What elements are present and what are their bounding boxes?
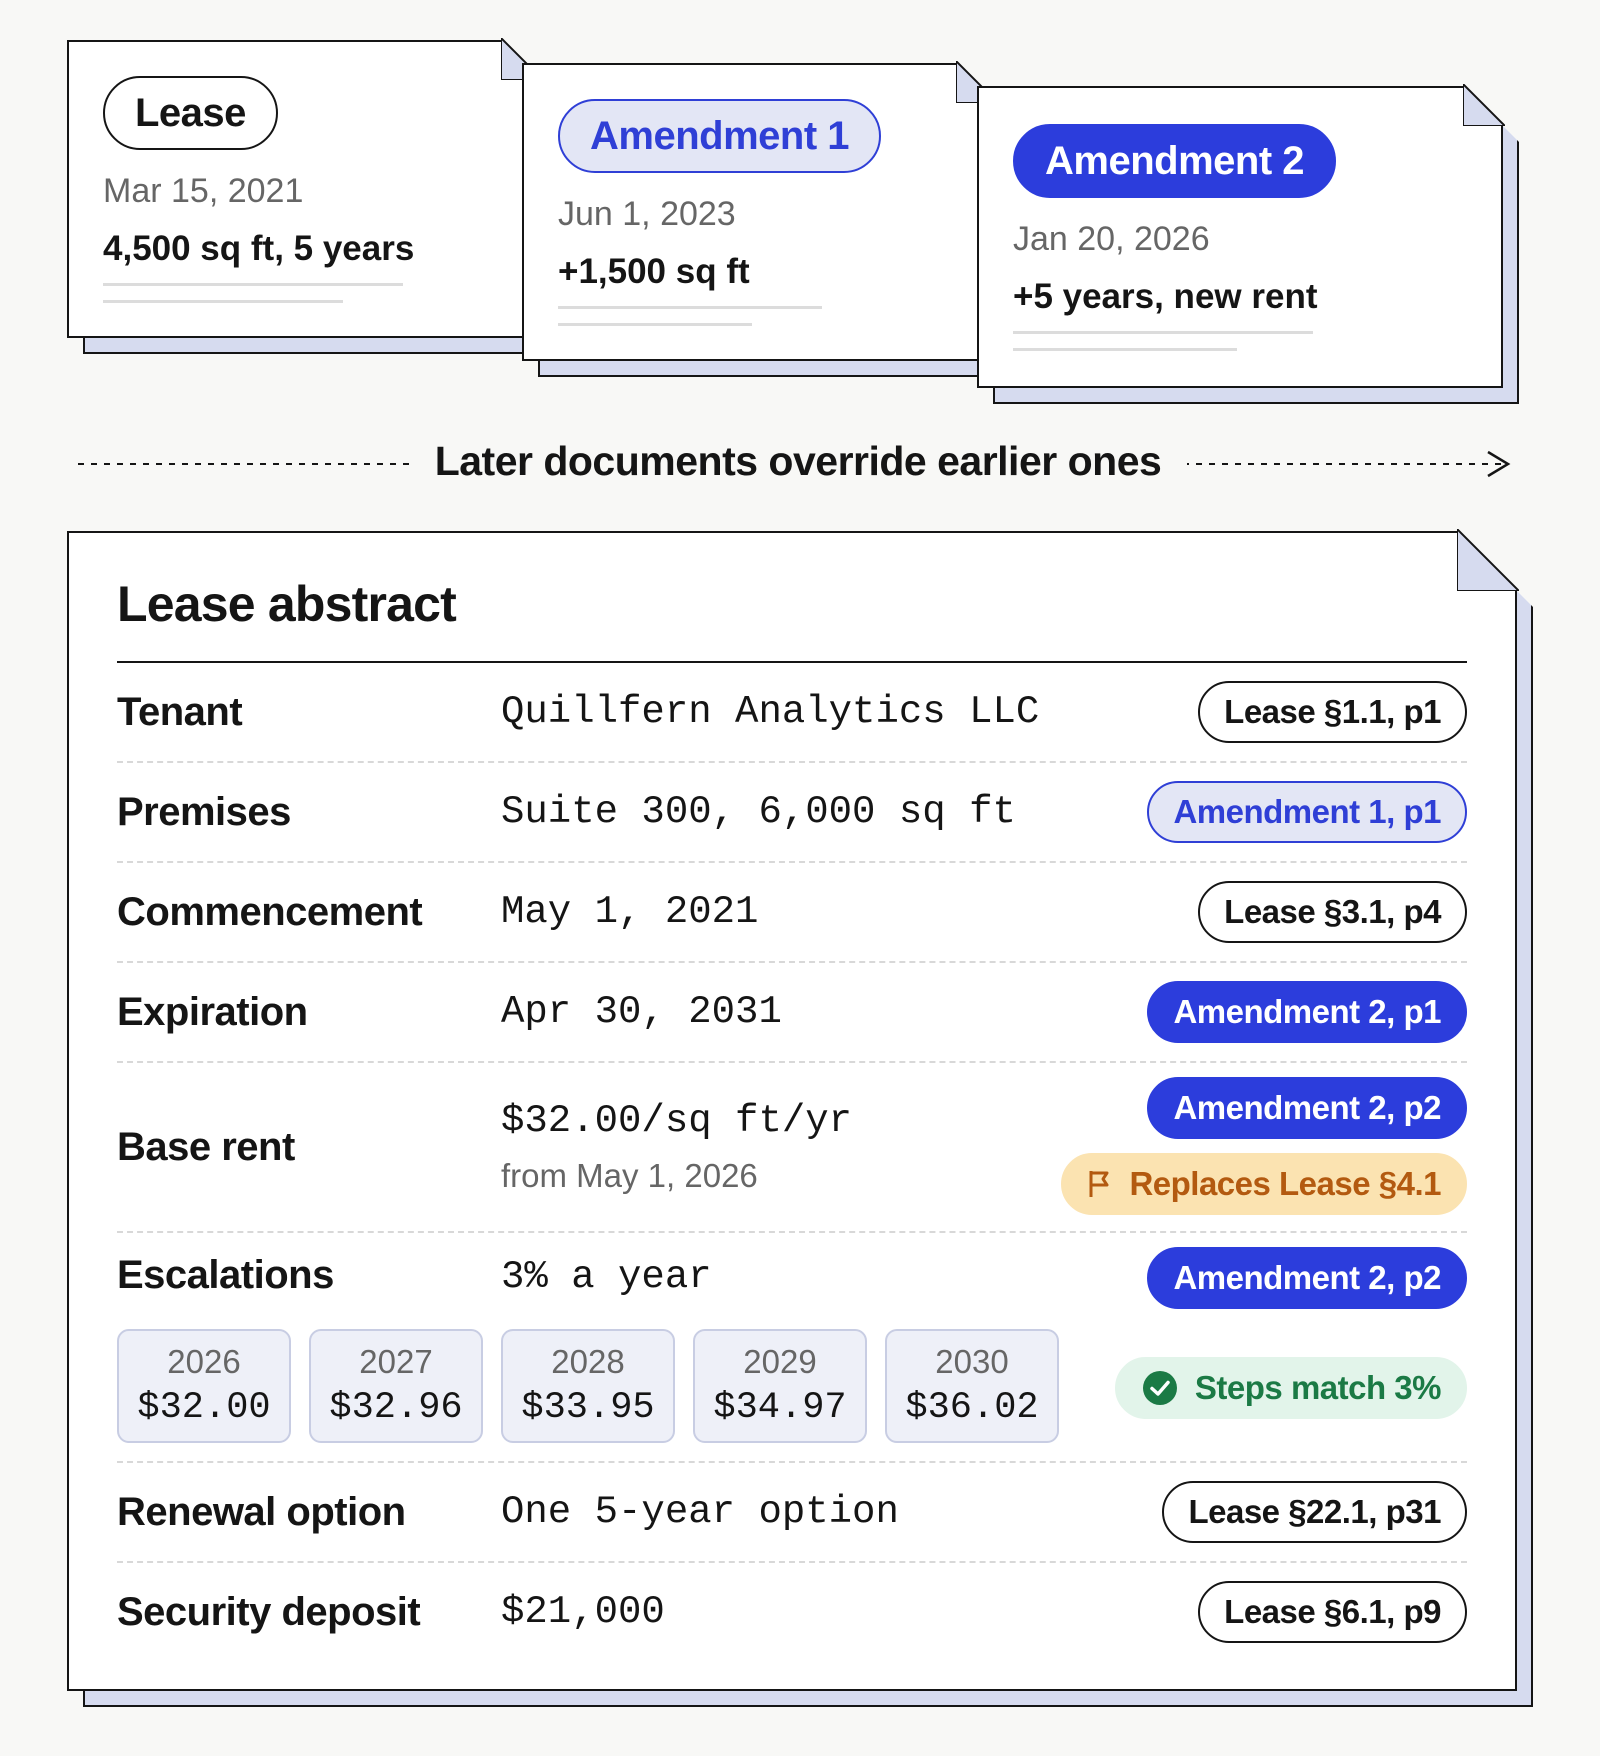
step-year: 2029 (743, 1343, 817, 1380)
doc-date: Jan 20, 2026 (1013, 220, 1210, 258)
row-escalations: Escalations 3% a year Amendment 2, p2 20… (117, 1233, 1467, 1463)
rent-step: 2028 $33.95 (501, 1329, 675, 1443)
validation-text: Steps match 3% (1194, 1369, 1442, 1406)
rent-step: 2027 $32.96 (309, 1329, 483, 1443)
check-circle-icon (1142, 1371, 1177, 1405)
source-citation[interactable]: Lease §6.1, p9 (1198, 1581, 1467, 1643)
row-subvalue: from May 1, 2026 (501, 1157, 758, 1194)
banner-text: Later documents override earlier ones (408, 438, 1188, 484)
doc-card-amendment-1: Amendment 1 Jun 1, 2023 +1,500 sq ft (522, 61, 996, 361)
source-citation[interactable]: Lease §1.1, p1 (1198, 681, 1467, 743)
validation-badge: Steps match 3% (1114, 1357, 1467, 1419)
placeholder-line (1013, 348, 1237, 351)
source-citation[interactable]: Amendment 2, p2 (1147, 1077, 1467, 1139)
row-value: $32.00/sq ft/yr (501, 1099, 853, 1143)
row-value-group: $32.00/sq ft/yr from May 1, 2026 (501, 1099, 852, 1195)
doc-tag: Amendment 1 (558, 99, 881, 173)
step-rent: $36.02 (905, 1387, 1039, 1429)
doc-tag: Amendment 2 (1013, 124, 1336, 198)
source-citation[interactable]: Amendment 2, p1 (1147, 981, 1467, 1043)
doc-card-amendment-2: Amendment 2 Jan 20, 2026 +5 years, new r… (977, 84, 1505, 388)
row-base-rent: Base rent $32.00/sq ft/yr from May 1, 20… (117, 1063, 1467, 1233)
row-commencement: Commencement May 1, 2021 Lease §3.1, p4 (117, 863, 1467, 963)
row-value: $21,000 (501, 1590, 665, 1634)
placeholder-line (558, 306, 822, 309)
step-rent: $32.00 (137, 1387, 271, 1429)
doc-date: Jun 1, 2023 (558, 195, 736, 233)
doc-tag: Lease (103, 76, 278, 150)
row-label: Escalations (117, 1253, 334, 1297)
row-value: Apr 30, 2031 (501, 990, 782, 1034)
page-fold-icon (1457, 529, 1519, 591)
flag-icon (1089, 1171, 1109, 1197)
page-fold-icon (1463, 84, 1505, 126)
row-label: Security deposit (117, 1589, 421, 1634)
doc-summary: +5 years, new rent (1013, 277, 1318, 316)
step-year: 2026 (167, 1343, 241, 1380)
row-security-deposit: Security deposit $21,000 Lease §6.1, p9 (117, 1563, 1467, 1661)
row-value: May 1, 2021 (501, 890, 759, 934)
rent-step: 2030 $36.02 (885, 1329, 1059, 1443)
source-citation[interactable]: Amendment 1, p1 (1147, 781, 1467, 843)
rent-steps: 2026 $32.00 2027 $32.96 2028 $33.95 2029… (117, 1329, 1059, 1443)
placeholder-line (103, 300, 343, 303)
page: Lease Mar 15, 2021 4,500 sq ft, 5 years … (0, 0, 1600, 1756)
source-citation[interactable]: Amendment 2, p2 (1147, 1247, 1467, 1309)
step-year: 2028 (551, 1343, 625, 1380)
placeholder-line (558, 323, 752, 326)
row-value: Quillfern Analytics LLC (501, 690, 1040, 734)
placeholder-line (1013, 331, 1313, 334)
row-value: Suite 300, 6,000 sq ft (501, 790, 1016, 834)
doc-card-lease: Lease Mar 15, 2021 4,500 sq ft, 5 years (67, 38, 541, 338)
row-tenant: Tenant Quillfern Analytics LLC Lease §1.… (117, 663, 1467, 763)
row-label: Commencement (117, 889, 423, 934)
rent-step: 2026 $32.00 (117, 1329, 291, 1443)
step-year: 2027 (359, 1343, 433, 1380)
row-label: Premises (117, 789, 291, 834)
row-value: One 5-year option (501, 1490, 899, 1534)
row-premises: Premises Suite 300, 6,000 sq ft Amendmen… (117, 763, 1467, 863)
row-renewal-option: Renewal option One 5-year option Lease §… (117, 1463, 1467, 1563)
override-banner: Later documents override earlier ones (78, 432, 1518, 496)
override-note: Replaces Lease §4.1 (1061, 1153, 1467, 1215)
source-citation[interactable]: Lease §3.1, p4 (1198, 881, 1467, 943)
rent-step: 2029 $34.97 (693, 1329, 867, 1443)
override-note-text: Replaces Lease §4.1 (1129, 1165, 1441, 1202)
lease-abstract-card: Lease abstract Tenant Quillfern Analytic… (67, 529, 1519, 1691)
row-label: Tenant (117, 689, 243, 734)
source-citation[interactable]: Lease §22.1, p31 (1162, 1481, 1467, 1543)
abstract-title: Lease abstract (117, 576, 457, 632)
doc-date: Mar 15, 2021 (103, 172, 304, 210)
row-label: Base rent (117, 1124, 295, 1169)
row-label: Renewal option (117, 1489, 406, 1534)
placeholder-line (103, 283, 403, 286)
abstract-rows: Tenant Quillfern Analytics LLC Lease §1.… (117, 663, 1467, 1661)
step-year: 2030 (935, 1343, 1009, 1380)
row-value: 3% a year (501, 1255, 712, 1299)
doc-summary: 4,500 sq ft, 5 years (103, 229, 415, 268)
doc-summary: +1,500 sq ft (558, 252, 750, 291)
step-rent: $34.97 (713, 1387, 847, 1429)
step-rent: $32.96 (329, 1387, 463, 1429)
row-expiration: Expiration Apr 30, 2031 Amendment 2, p1 (117, 963, 1467, 1063)
row-label: Expiration (117, 989, 308, 1034)
step-rent: $33.95 (521, 1387, 655, 1429)
